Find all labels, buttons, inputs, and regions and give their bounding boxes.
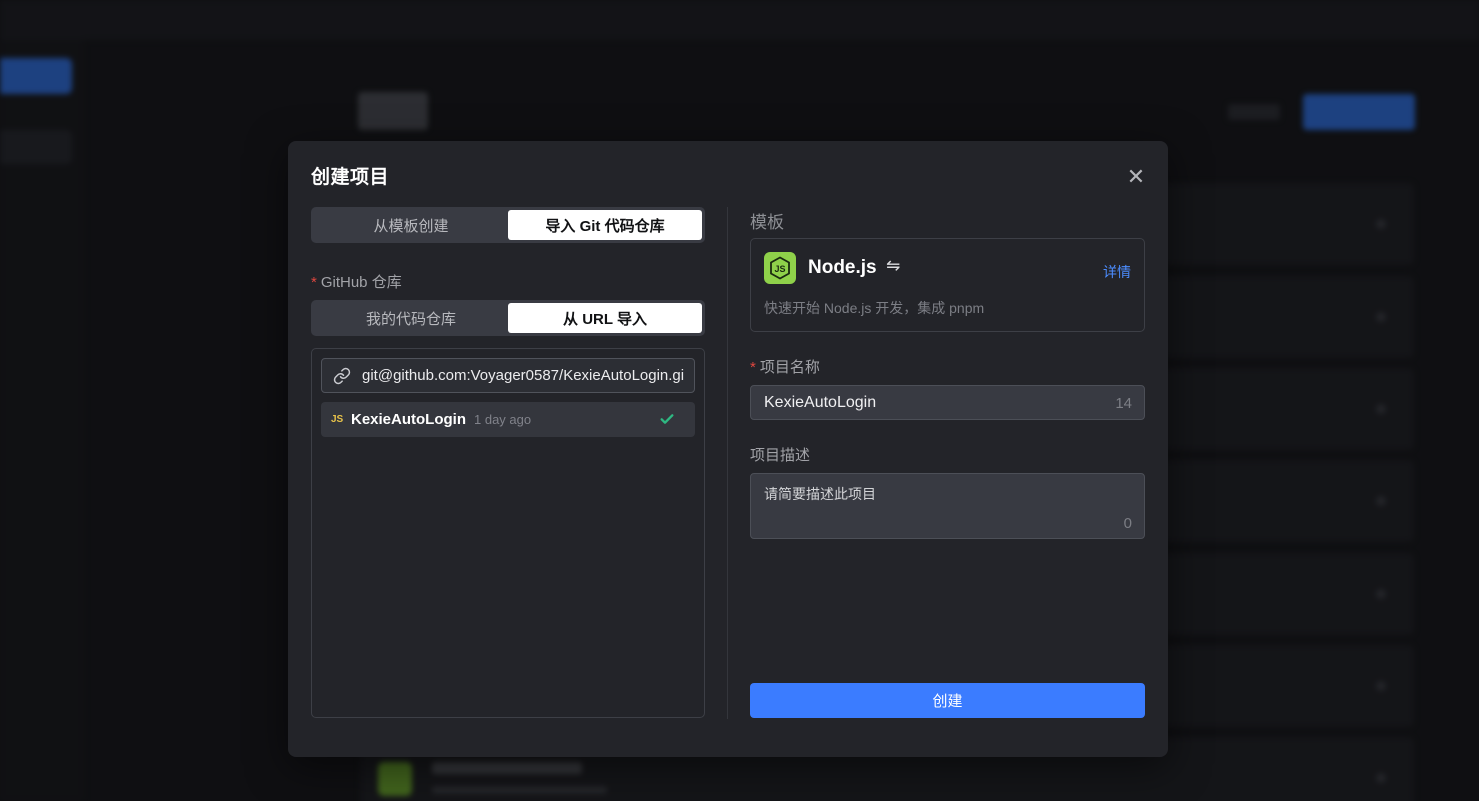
name-char-counter: 14 [1115,395,1132,412]
repo-name: KexieAutoLogin [351,411,466,428]
checkmark-icon [659,411,675,432]
dialog-title: 创建项目 [311,167,390,188]
create-button[interactable]: 创建 [750,683,1145,718]
column-divider [727,207,728,719]
template-section-label: 模板 [750,213,784,232]
svg-text:JS: JS [774,264,785,274]
template-card: JS Node.js ⇋ 详情 快速开始 Node.js 开发，集成 pnpm [750,238,1145,332]
required-mark: * [750,359,756,376]
project-name-label: * 项目名称 [750,359,820,376]
template-detail-link[interactable]: 详情 [1103,262,1131,282]
repo-url-input[interactable] [362,367,694,384]
close-button[interactable]: ✕ [1124,165,1148,189]
project-name-field[interactable]: 14 [750,385,1145,420]
nodejs-icon: JS [764,252,796,284]
template-name: Node.js [808,257,877,278]
repo-updated-time: 1 day ago [474,412,532,427]
required-mark: * [311,274,317,291]
create-project-dialog: 创建项目 ✕ 从模板创建 导入 Git 代码仓库 * GitHub 仓库 我的代码… [288,141,1168,757]
swap-icon[interactable]: ⇋ [886,256,900,276]
javascript-icon: JS [331,414,344,425]
github-repo-label: * GitHub 仓库 [311,274,402,291]
template-description: 快速开始 Node.js 开发，集成 pnpm [764,300,985,316]
link-icon [322,367,362,385]
tab-import-url[interactable]: 从 URL 导入 [508,303,702,333]
desc-char-counter: 0 [1123,515,1132,532]
project-desc-input[interactable] [764,484,1124,514]
tab-from-template[interactable]: 从模板创建 [314,210,508,240]
tab-import-git[interactable]: 导入 Git 代码仓库 [508,210,702,240]
project-desc-label: 项目描述 [750,447,811,464]
url-field[interactable] [321,358,695,393]
tab-my-repos[interactable]: 我的代码仓库 [314,303,508,333]
source-switch: 从模板创建 导入 Git 代码仓库 [311,207,705,243]
repo-list-item[interactable]: JS KexieAutoLogin 1 day ago [321,402,695,437]
project-name-input[interactable] [764,386,1094,419]
project-desc-field[interactable]: 0 [750,473,1145,539]
github-source-switch: 我的代码仓库 从 URL 导入 [311,300,705,336]
close-icon: ✕ [1126,164,1146,189]
repo-panel: JS KexieAutoLogin 1 day ago [311,348,705,718]
